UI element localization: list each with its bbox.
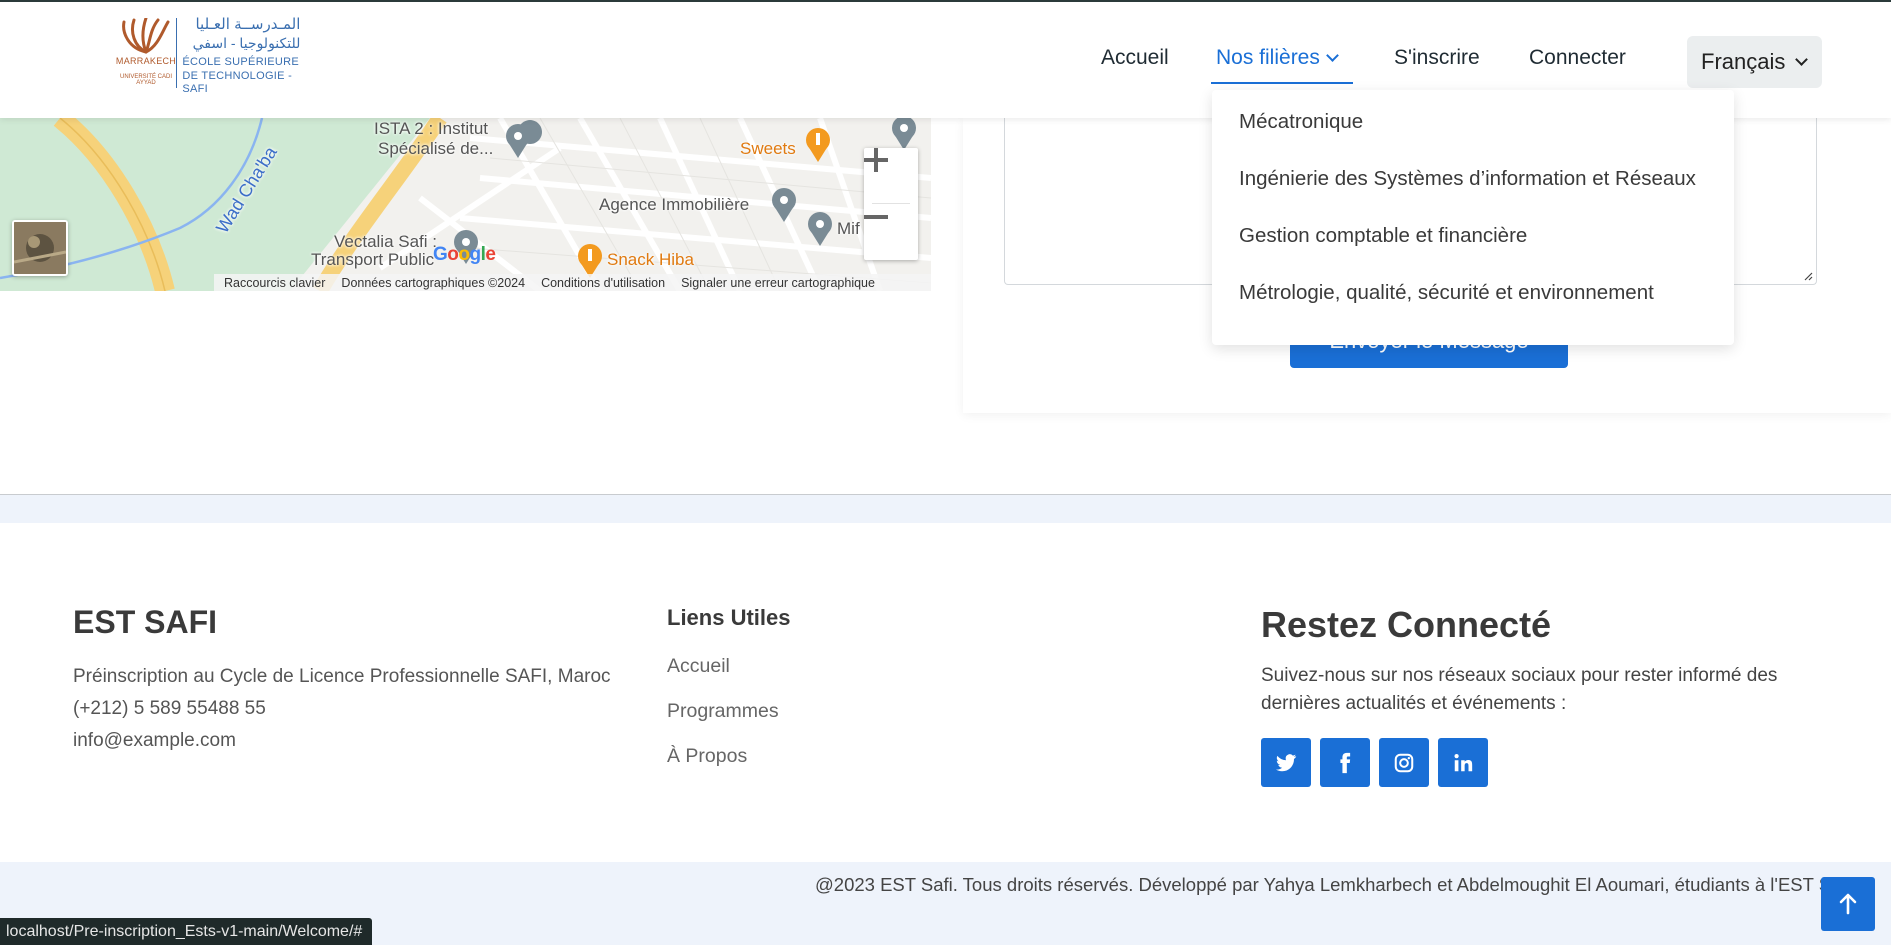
twitter-button[interactable] — [1261, 738, 1311, 787]
nav-register[interactable]: S'inscrire — [1394, 46, 1480, 70]
language-select[interactable]: Français — [1687, 36, 1822, 88]
logo-text: المـدرســة العـليا للتكنولوجيا - اسفي ÉC… — [182, 16, 304, 96]
google-map[interactable]: ISTA 2 : Institut Spécialisé de... Sweet… — [0, 118, 931, 291]
footer-connect-description: Suivez-nous sur nos réseaux sociaux pour… — [1261, 665, 1778, 714]
facebook-button[interactable] — [1320, 738, 1370, 787]
zoom-out-button[interactable] — [864, 205, 918, 260]
footer-links-title: Liens Utiles — [667, 605, 791, 630]
linkedin-button[interactable] — [1438, 738, 1488, 787]
language-selected-value: Français — [1701, 49, 1786, 74]
logo-arabic-line1: المـدرســة العـليا — [195, 16, 301, 33]
map-label-vectalia: Vectalia Safi : — [334, 232, 438, 251]
back-to-top-button[interactable] — [1821, 877, 1875, 931]
logo-city: MARRAKECH — [115, 56, 177, 66]
map-shortcuts-link[interactable]: Raccourcis clavier — [224, 276, 325, 290]
map-label-sweets: Sweets — [740, 139, 796, 158]
map-label-snack: Snack Hiba — [607, 250, 694, 269]
satellite-thumbnail-icon — [14, 222, 66, 274]
zoom-in-button[interactable] — [864, 148, 918, 203]
est-safi-logo[interactable]: MARRAKECH UNIVERSITÉ CADI AYYAD المـدرسـ… — [114, 16, 304, 95]
browser-status-url: localhost/Pre-inscription_Ests-v1-main/W… — [0, 918, 373, 945]
map-report-link[interactable]: Signaler une erreur cartographique — [681, 276, 875, 290]
logo-french-line1: ÉCOLE SUPÉRIEURE — [182, 56, 300, 68]
nav-login[interactable]: Connecter — [1529, 46, 1626, 70]
nav-home[interactable]: Accueil — [1101, 46, 1169, 70]
instagram-button[interactable] — [1379, 738, 1429, 787]
satellite-view-toggle[interactable] — [12, 220, 68, 276]
footer-phone: (+212) 5 589 55488 55 — [73, 698, 266, 719]
linkedin-icon — [1454, 753, 1473, 771]
arrow-up-icon — [1839, 893, 1857, 915]
map-terms-link[interactable]: Conditions d'utilisation — [541, 276, 665, 290]
dropdown-item-mecatronique[interactable]: Mécatronique — [1212, 102, 1734, 159]
zoom-separator — [872, 203, 910, 204]
footer-link-programmes[interactable]: Programmes — [667, 700, 779, 723]
nav-programs-label: Nos filières — [1216, 46, 1320, 69]
footer-link-apropos[interactable]: À Propos — [667, 745, 747, 768]
resize-handle-icon[interactable] — [1803, 271, 1813, 281]
footer-address: Préinscription au Cycle de Licence Profe… — [73, 666, 611, 687]
footer-copyright: @2023 EST Safi. Tous droits réservés. Dé… — [815, 874, 1856, 895]
logo-french-line2: DE TECHNOLOGIE -SAFI — [182, 70, 293, 95]
chevron-down-icon — [1326, 49, 1339, 62]
google-logo: Google — [433, 244, 496, 265]
dropdown-item-gcf[interactable]: Gestion comptable et financière — [1212, 216, 1734, 273]
map-zoom-control — [864, 148, 918, 260]
footer-connect-title: Restez Connecté — [1261, 604, 1552, 645]
nav-active-underline — [1211, 82, 1353, 84]
plus-icon — [864, 148, 888, 172]
map-label-mif: Mif — [837, 219, 860, 238]
dropdown-item-mqse[interactable]: Métrologie, qualité, sécurité et environ… — [1212, 273, 1734, 330]
facebook-icon — [1340, 752, 1351, 773]
map-label-ista-2: Spécialisé de... — [378, 139, 494, 158]
logo-university: UNIVERSITÉ CADI AYYAD — [119, 74, 172, 86]
footer-link-accueil[interactable]: Accueil — [667, 655, 730, 678]
chevron-down-icon — [1795, 53, 1808, 66]
nav-programs[interactable]: Nos filières — [1216, 46, 1339, 70]
map-label-ista: ISTA 2 : Institut — [374, 119, 489, 138]
logo-emblem: MARRAKECH UNIVERSITÉ CADI AYYAD — [114, 16, 176, 92]
twitter-icon — [1275, 753, 1297, 771]
dropdown-item-isir[interactable]: Ingénierie des Systèmes d’information et… — [1212, 159, 1734, 216]
minus-icon — [864, 215, 888, 219]
instagram-icon — [1394, 753, 1414, 772]
footer-top-band — [0, 495, 1891, 523]
footer-email: info@example.com — [73, 730, 236, 751]
map-label-vectalia-2: Transport Public — [311, 250, 435, 269]
palm-fan-icon — [122, 18, 170, 54]
programs-dropdown-menu: Mécatronique Ingénierie des Systèmes d’i… — [1212, 90, 1734, 345]
footer-brand-title: EST SAFI — [73, 604, 218, 640]
map-label-agence: Agence Immobilière — [599, 195, 750, 214]
map-data-text: Données cartographiques ©2024 — [341, 275, 526, 290]
map-attribution-bar: Raccourcis clavier Données cartographiqu… — [214, 274, 931, 291]
logo-arabic-line2: للتكنولوجيا - اسفي — [192, 35, 301, 51]
